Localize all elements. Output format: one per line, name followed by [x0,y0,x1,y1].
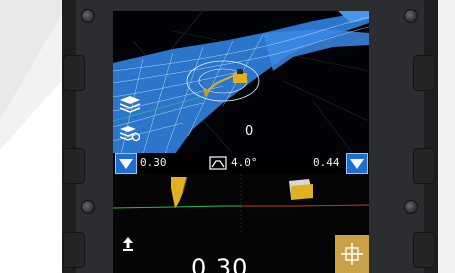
screw-top-left [81,9,95,23]
3d-site-view[interactable]: 0 [113,11,369,154]
screw-bottom-left [81,200,95,214]
layers-settings-icon[interactable] [119,124,141,142]
slope-icon [209,156,227,170]
machine-control-screen: 0 0.30 4.0° 0.44 0.30 [113,11,369,273]
gauge-bar: 0.30 4.0° 0.44 [113,153,369,174]
crosshair-target-icon [341,243,363,265]
side-clip-left-middle [63,148,85,184]
layers-stack-icon[interactable] [119,95,141,113]
slope-value: 4.0° [231,156,258,169]
right-offset-value: 0.44 [313,156,340,169]
cross-section-view [113,174,369,232]
side-clip-right-top [413,55,435,91]
left-offset-button[interactable] [115,153,137,174]
elevation-readout: 0.30 [191,254,249,273]
bucket-side-icon [289,179,313,200]
map-label: 0 [245,124,253,139]
screw-top-right [404,9,418,23]
screw-bottom-right [404,200,418,214]
target-button[interactable] [335,235,369,273]
up-arrow-icon[interactable] [123,237,133,251]
down-triangle-icon [350,159,364,169]
left-offset-value: 0.30 [140,156,167,169]
down-triangle-icon [119,159,133,169]
bottom-panel: 0.30 [113,233,369,273]
side-clip-left-top [63,55,85,91]
side-clip-right-middle [413,148,435,184]
side-clip-right-bottom [413,232,435,268]
side-clip-left-bottom [63,232,85,268]
right-offset-button[interactable] [346,153,368,174]
